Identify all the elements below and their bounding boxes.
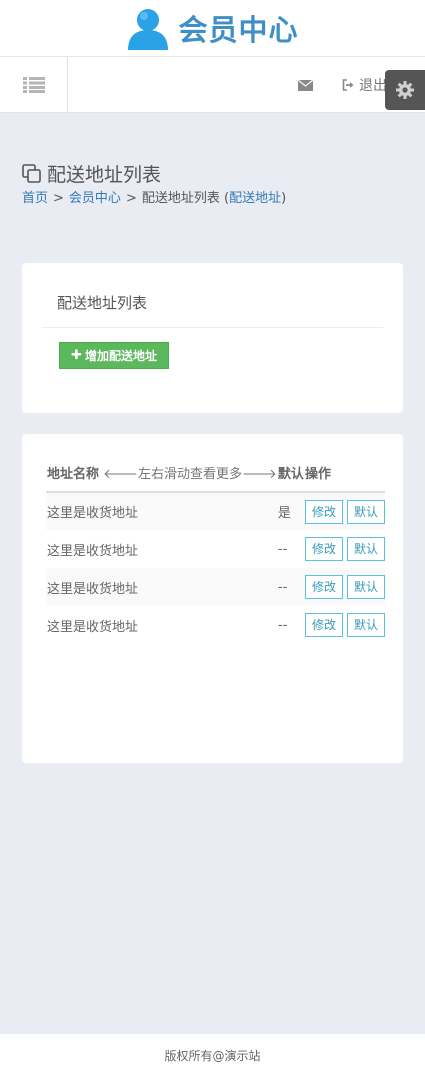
- mail-button[interactable]: [296, 77, 314, 93]
- logout-button[interactable]: 退出: [342, 76, 387, 94]
- edit-button[interactable]: 修改: [304, 537, 343, 561]
- col-header-actions: 操作: [303, 454, 385, 493]
- set-default-button[interactable]: 默认: [346, 613, 385, 637]
- add-address-label: 增加配送地址: [84, 349, 157, 363]
- sign-out-icon: [342, 79, 354, 91]
- set-default-button[interactable]: 默认: [346, 499, 385, 524]
- default-status: 是: [276, 492, 304, 530]
- settings-button[interactable]: [385, 70, 425, 110]
- panel-title: 配送地址列表: [57, 294, 148, 312]
- edit-button[interactable]: 修改: [304, 613, 343, 637]
- col-header-default: 默认: [276, 454, 304, 493]
- scroll-hint: 🡐左右滑动查看更多🡒: [103, 467, 277, 482]
- footer: 版权所有@演示站: [0, 1034, 425, 1078]
- gear-icon: [396, 81, 414, 99]
- set-default-button[interactable]: 默认: [346, 537, 385, 561]
- address-table: 地址名称 🡐左右滑动查看更多🡒 默认 操作 这里是收货地址 是 修改 默认 这里是…: [46, 454, 385, 644]
- set-default-button[interactable]: 默认: [346, 575, 385, 599]
- default-status: --: [276, 568, 304, 606]
- list-icon: [22, 77, 45, 93]
- copy-icon: [22, 163, 41, 183]
- add-address-button[interactable]: ✚ 增加配送地址: [59, 342, 169, 369]
- arrow-right-icon: 🡒: [242, 467, 277, 482]
- table-row: 这里是收货地址 -- 修改 默认: [46, 568, 385, 606]
- table-header-row: 地址名称 🡐左右滑动查看更多🡒 默认 操作: [46, 454, 385, 493]
- address-name: 这里是收货地址: [46, 492, 277, 530]
- breadcrumb-member-link[interactable]: 会员中心: [69, 191, 121, 206]
- address-panel: 配送地址列表 ✚ 增加配送地址: [22, 263, 403, 413]
- address-name: 这里是收货地址: [47, 619, 139, 635]
- table-row: 这里是收货地址 -- 修改 默认: [46, 530, 385, 568]
- default-status: --: [277, 541, 288, 557]
- address-table-panel: 地址名称 🡐左右滑动查看更多🡒 默认 操作 这里是收货地址 是 修改 默认 这里是…: [22, 434, 403, 763]
- copyright-text: 版权所有@演示站: [164, 1049, 261, 1063]
- plus-icon: ✚: [71, 348, 82, 363]
- edit-button[interactable]: 修改: [304, 575, 343, 599]
- address-name: 这里是收货地址: [47, 543, 139, 559]
- logout-label: 退出: [359, 78, 387, 94]
- menu-toggle-button[interactable]: [0, 57, 68, 113]
- breadcrumb: 首页 > 会员中心 > 配送地址列表 (配送地址): [22, 191, 287, 206]
- panel-divider: [42, 327, 383, 328]
- breadcrumb-address-link[interactable]: 配送地址: [229, 191, 281, 206]
- table-row: 这里是收货地址 是 修改 默认: [46, 492, 385, 530]
- col-header-name: 地址名称 🡐左右滑动查看更多🡒: [46, 454, 277, 493]
- user-avatar-icon: [126, 6, 170, 50]
- default-status: --: [277, 617, 288, 633]
- top-toolbar: 退出: [0, 57, 425, 113]
- brand-header: 会员中心: [0, 0, 425, 57]
- address-name: 这里是收货地址: [46, 568, 277, 606]
- arrow-left-icon: 🡐: [103, 467, 139, 482]
- envelope-icon: [297, 79, 313, 91]
- breadcrumb-home-link[interactable]: 首页: [22, 191, 48, 206]
- page-title: 配送地址列表: [47, 164, 162, 186]
- table-row: 这里是收货地址 -- 修改 默认: [46, 606, 385, 644]
- page-heading: 配送地址列表: [22, 160, 161, 187]
- edit-button[interactable]: 修改: [304, 499, 343, 524]
- brand-title: 会员中心: [178, 13, 299, 47]
- breadcrumb-current: 配送地址列表: [141, 191, 220, 206]
